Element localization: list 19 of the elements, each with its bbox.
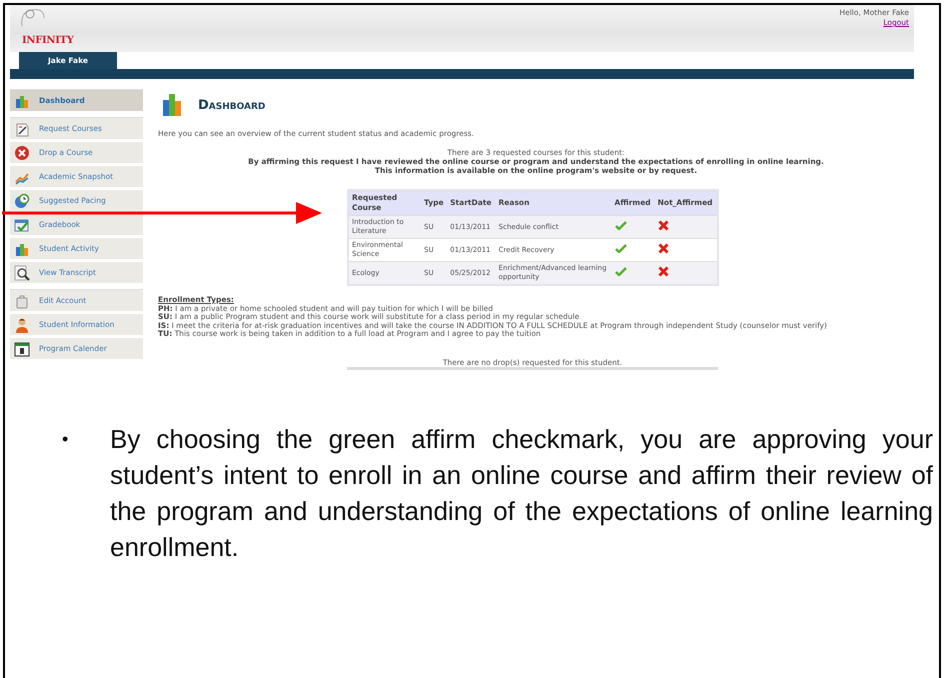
sidebar-icon	[14, 144, 30, 160]
close-icon[interactable]	[658, 243, 669, 254]
close-icon[interactable]	[658, 266, 669, 277]
page-title: Dashboard	[198, 98, 266, 112]
bullet-text: By choosing the green affirm checkmark, you are approving your student’s intent to enroll in an online course and affirm their review of the program and understanding of the expectations of online learning enrollment.	[110, 423, 933, 564]
checkmark-icon[interactable]	[614, 221, 627, 230]
close-icon[interactable]	[658, 220, 669, 231]
checkmark-icon[interactable]	[614, 244, 627, 253]
sidebar-icon	[14, 192, 30, 208]
sidebar-icon	[14, 316, 30, 332]
sidebar-icon	[14, 120, 30, 136]
bullet-marker: •	[62, 428, 70, 451]
sidebar-icon	[14, 216, 30, 232]
bar-chart-icon	[160, 91, 184, 119]
sidebar-icon	[14, 264, 30, 280]
checkmark-icon[interactable]	[614, 267, 627, 276]
sidebar-icon	[14, 340, 30, 356]
sidebar-icon	[14, 292, 30, 308]
logo: INFINITY	[22, 35, 74, 46]
